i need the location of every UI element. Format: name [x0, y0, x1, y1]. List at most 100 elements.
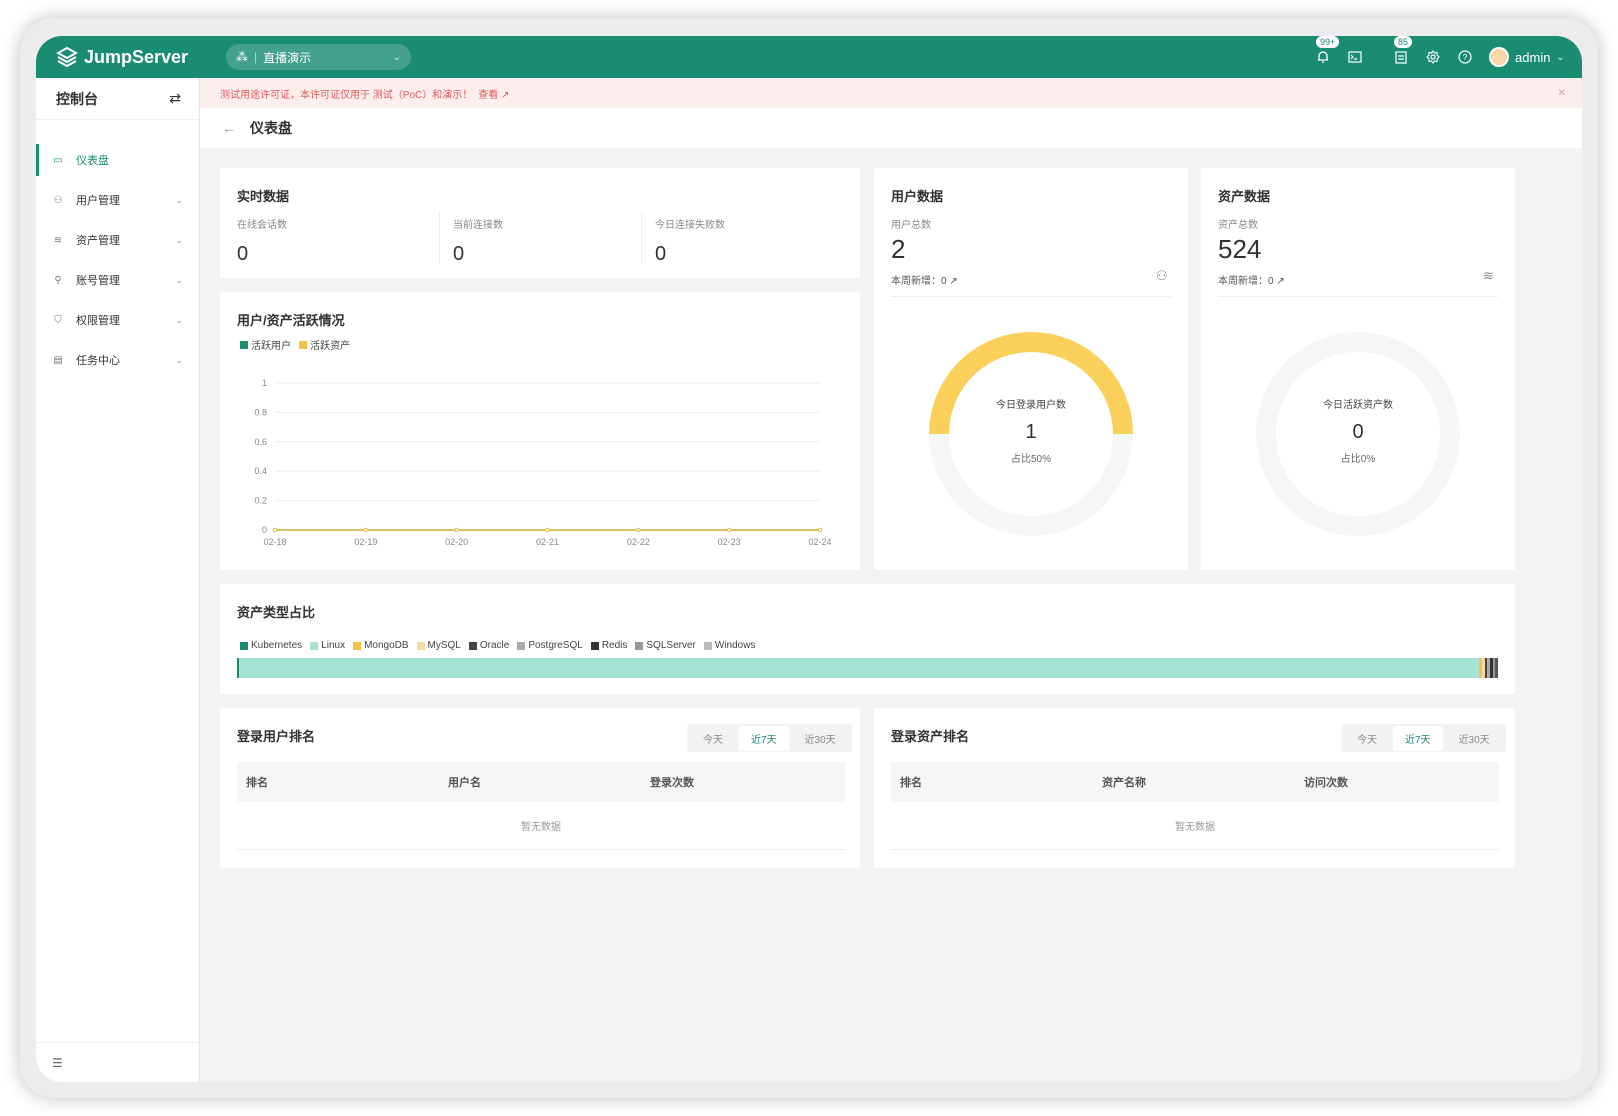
collapse-sidebar-icon[interactable]: ☰	[52, 1056, 63, 1070]
tab-30-days[interactable]: 近30天	[793, 726, 848, 751]
org-select[interactable]: ⁂ | 直播演示 ⌄	[226, 44, 411, 70]
sidebar-item-accounts[interactable]: ⚲ 账号管理 ⌄	[36, 260, 199, 300]
data-point	[454, 527, 459, 533]
legend-item[interactable]: Oracle	[468, 640, 510, 651]
donut-value: 0	[1352, 421, 1364, 443]
tickets-badge: 85	[1393, 36, 1414, 49]
back-arrow-icon[interactable]: ←	[222, 120, 236, 136]
legend-label: SQLServer	[646, 640, 696, 651]
legend-item[interactable]: Linux	[310, 640, 345, 651]
empty-state: 暂无数据	[237, 802, 845, 850]
top-actions: 99+ 85 ? admin ⌄	[1315, 36, 1564, 78]
chevron-down-icon: ⌄	[175, 274, 183, 285]
assets-card: 资产数据 资产总数 524 本周新增：0 ↗ ≋ 今日活跃资产数 0 占比0%	[1201, 168, 1515, 570]
sidebar-item-tasks[interactable]: ▤ 任务中心 ⌄	[36, 340, 199, 380]
x-tick-label: 02-19	[354, 537, 377, 547]
external-link-icon: ↗	[501, 89, 510, 101]
current-connections-label: 当前连接数	[453, 220, 503, 231]
column-header-username[interactable]: 用户名	[448, 774, 481, 790]
legend-swatch	[703, 641, 712, 650]
divider	[641, 212, 642, 264]
brand-logo[interactable]: JumpServer	[56, 46, 188, 68]
login-assets-range-tabs: 今天 近7天 近30天	[1341, 724, 1506, 752]
tab-7-days[interactable]: 近7天	[1393, 725, 1443, 751]
settings-button[interactable]	[1425, 49, 1441, 65]
realtime-card: 实时数据 在线会话数 0 当前连接数 0 今日连接失败数 0	[220, 168, 860, 278]
chevron-down-icon: ⌄	[392, 51, 401, 63]
column-header-asset-name[interactable]: 资产名称	[1102, 774, 1146, 790]
brand-name: JumpServer	[84, 46, 189, 67]
bar-segment-linux[interactable]	[239, 658, 1479, 678]
tickets-button[interactable]: 85	[1393, 36, 1414, 65]
tab-today[interactable]: 今天	[1345, 726, 1389, 751]
x-tick-label: 02-22	[627, 537, 650, 547]
sidebar-item-permissions[interactable]: ⛉ 权限管理 ⌄	[36, 300, 199, 340]
dashboard-icon: ▭	[53, 154, 63, 166]
legend-item[interactable]: Kubernetes	[240, 640, 302, 651]
legend-item[interactable]: SQLServer	[635, 640, 696, 651]
help-button[interactable]: ?	[1457, 49, 1473, 65]
asset-types-title: 资产类型占比	[237, 605, 316, 620]
org-divider: |	[254, 50, 258, 64]
org-icon: ⁂	[236, 50, 248, 64]
tab-today[interactable]: 今天	[691, 726, 735, 751]
column-header-rank[interactable]: 排名	[246, 774, 268, 790]
legend-item[interactable]: MySQL	[416, 640, 461, 651]
legend-item[interactable]: Redis	[590, 640, 627, 651]
sidebar-item-label: 资产管理	[76, 235, 120, 247]
y-tick-label: 0.2	[254, 496, 267, 506]
bar-segment-windows[interactable]	[1495, 658, 1498, 678]
page-header: ← 仪表盘	[200, 108, 1582, 148]
tickets-icon	[1395, 51, 1407, 64]
avatar	[1489, 47, 1510, 67]
sidebar-item-assets[interactable]: ≋ 资产管理 ⌄	[36, 220, 199, 260]
notice-link[interactable]: 查看 ↗	[478, 86, 509, 101]
online-sessions-stat: 在线会话数 0	[237, 216, 287, 266]
data-point	[817, 527, 823, 533]
y-tick-label: 0.4	[254, 466, 267, 476]
column-header-login-count[interactable]: 登录次数	[650, 774, 694, 790]
legend-swatch	[416, 641, 425, 650]
sidebar-item-users[interactable]: ⚇ 用户管理 ⌄	[36, 180, 199, 220]
asset-types-card: 资产类型占比 Kubernetes Linux MongoDB MySQL Oracle…	[220, 584, 1515, 694]
sidebar-item-label: 账号管理	[76, 275, 120, 287]
asset-types-legend: Kubernetes Linux MongoDB MySQL Oracle Postgre…	[240, 640, 755, 651]
donut-label: 今日活跃资产数	[1323, 400, 1393, 411]
notification-badge: 99+	[1315, 36, 1341, 49]
sidebar-item-dashboard[interactable]: ▭ 仪表盘	[36, 140, 199, 180]
bell-button[interactable]: 99+	[1315, 36, 1341, 65]
column-header-visit-count[interactable]: 访问次数	[1304, 774, 1348, 790]
tab-7-days[interactable]: 近7天	[739, 725, 789, 751]
login-users-rank-card: 登录用户排名 今天 近7天 近30天 排名 用户名 登录次数 暂无数据	[220, 708, 860, 868]
data-point	[545, 527, 550, 533]
online-sessions-label: 在线会话数	[237, 220, 287, 231]
data-point	[363, 527, 368, 533]
assets-icon: ≋	[53, 234, 63, 246]
notice-text: 测试用途许可证，本许可证仅用于 测试（PoC）和演示！	[220, 89, 473, 101]
user-menu[interactable]: admin ⌄	[1489, 47, 1564, 67]
donut-label: 今日登录用户数	[996, 400, 1066, 411]
legend-item[interactable]: MongoDB	[353, 640, 409, 651]
tab-30-days[interactable]: 近30天	[1447, 726, 1502, 751]
legend-item[interactable]: Windows	[703, 640, 756, 651]
legend-label: Oracle	[479, 640, 510, 651]
accounts-icon: ⚲	[54, 274, 62, 286]
terminal-button[interactable]	[1347, 49, 1363, 65]
y-tick-label: 0.8	[254, 407, 267, 417]
legend-label: Windows	[714, 640, 756, 651]
legend-item[interactable]: PostgreSQL	[517, 640, 583, 651]
users-donut-text: 今日登录用户数 1 占比50%	[931, 396, 1131, 465]
legend-swatch	[517, 641, 526, 650]
table-header: 排名 资产名称 访问次数	[891, 762, 1499, 802]
x-tick-label: 02-20	[445, 537, 468, 547]
chevron-down-icon: ⌄	[1556, 51, 1564, 62]
sidebar-item-label: 用户管理	[76, 195, 120, 207]
x-tick-label: 02-21	[536, 537, 559, 547]
close-icon[interactable]: ✕	[1558, 88, 1566, 99]
column-header-rank[interactable]: 排名	[900, 774, 922, 790]
shield-icon: ⛉	[54, 314, 62, 326]
failed-today-value: 0	[655, 243, 667, 265]
switch-view-icon[interactable]: ⇄	[169, 90, 181, 107]
legend-label: MongoDB	[364, 640, 409, 651]
